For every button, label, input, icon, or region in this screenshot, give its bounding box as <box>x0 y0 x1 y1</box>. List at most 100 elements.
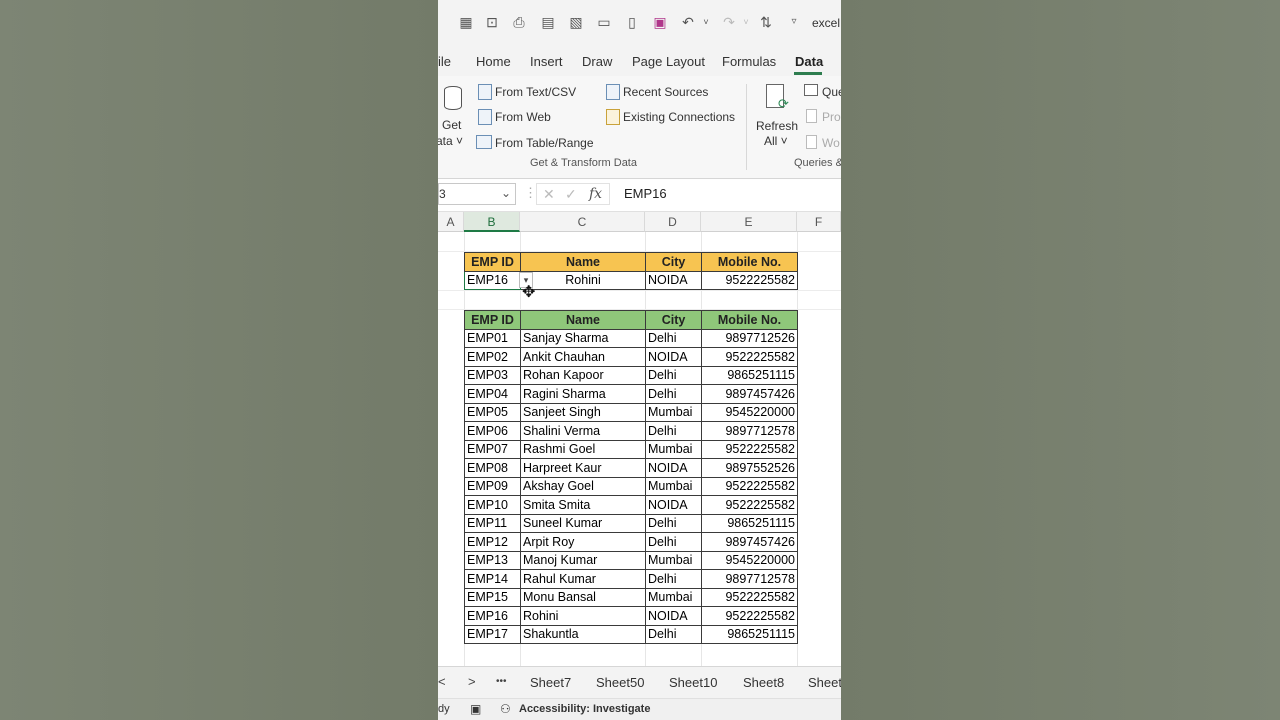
name-box[interactable]: 3 ⌄ <box>438 183 516 205</box>
cell-city[interactable]: NOIDA <box>645 347 702 367</box>
cell-emp-id[interactable]: EMP11 <box>464 513 521 533</box>
cell-name[interactable]: Rashmi Goel <box>520 439 646 459</box>
workbook-links-button[interactable]: Wo <box>822 136 840 150</box>
cell-emp-id[interactable]: EMP17 <box>464 624 521 644</box>
from-text-csv-button[interactable]: From Text/CSV <box>495 85 576 99</box>
cell-mobile[interactable]: 9522225582 <box>701 587 798 607</box>
cell-city[interactable]: NOIDA <box>645 458 702 478</box>
cell-emp-id[interactable]: EMP01 <box>464 328 521 348</box>
cell-mobile[interactable]: 9865251115 <box>701 365 798 385</box>
accessibility-status[interactable]: Accessibility: Investigate <box>519 703 650 715</box>
column-header-b[interactable]: B <box>464 212 520 232</box>
spelling-icon[interactable]: ▧ <box>568 14 584 30</box>
cell-city[interactable]: Mumbai <box>645 402 702 422</box>
recent-sources-button[interactable]: Recent Sources <box>623 85 708 99</box>
tab-home[interactable]: Home <box>476 54 511 69</box>
cell-emp-id[interactable]: EMP13 <box>464 550 521 570</box>
cell-mobile[interactable]: 9545220000 <box>701 550 798 570</box>
cell-mobile[interactable]: 9865251115 <box>701 624 798 644</box>
prev-sheet-button[interactable]: < <box>438 674 446 689</box>
cell-emp-id[interactable]: EMP09 <box>464 476 521 496</box>
cell-mobile[interactable]: 9865251115 <box>701 513 798 533</box>
cell-mobile[interactable]: 9522225582 <box>701 476 798 496</box>
lookup-result-mobile[interactable]: 9522225582 <box>701 270 798 290</box>
properties-button[interactable]: Pro <box>822 110 841 124</box>
cell-mobile[interactable]: 9522225582 <box>701 606 798 626</box>
column-header-c[interactable]: C <box>520 212 645 232</box>
screenshot-icon[interactable]: ⊡ <box>484 14 500 30</box>
existing-connections-button[interactable]: Existing Connections <box>623 110 735 124</box>
open-icon[interactable]: ▭ <box>596 14 612 30</box>
enter-icon[interactable]: ✓ <box>565 186 577 203</box>
cell-name[interactable]: Sanjeet Singh <box>520 402 646 422</box>
cell-name[interactable]: Monu Bansal <box>520 587 646 607</box>
save-icon[interactable]: ▣ <box>652 14 668 30</box>
cell-emp-id[interactable]: EMP14 <box>464 569 521 589</box>
cell-emp-id[interactable]: EMP15 <box>464 587 521 607</box>
cell-city[interactable]: NOIDA <box>645 495 702 515</box>
refresh-all-button[interactable]: ⟳ Refresh All ˅ <box>754 82 798 148</box>
cell-city[interactable]: NOIDA <box>645 606 702 626</box>
cell-name[interactable]: Shalini Verma <box>520 421 646 441</box>
formula-input[interactable]: EMP16 <box>624 186 667 201</box>
cell-name[interactable]: Harpreet Kaur <box>520 458 646 478</box>
cell-city[interactable]: Delhi <box>645 532 702 552</box>
cell-name[interactable]: Ragini Sharma <box>520 384 646 404</box>
lookup-result-name[interactable]: Rohini <box>520 270 646 290</box>
queries-connections-button[interactable]: Que <box>822 85 841 99</box>
cell-name[interactable]: Rohan Kapoor <box>520 365 646 385</box>
next-sheet-button[interactable]: > <box>468 674 476 689</box>
cell-name[interactable]: Smita Smita <box>520 495 646 515</box>
accessibility-icon[interactable]: ⚇ <box>500 702 511 716</box>
tab-data[interactable]: Data <box>795 54 823 69</box>
cell-city[interactable]: Mumbai <box>645 550 702 570</box>
form-icon[interactable]: ▦ <box>458 14 474 30</box>
cell-city[interactable]: Delhi <box>645 384 702 404</box>
customize-icon[interactable]: ▿ <box>786 14 802 30</box>
print-icon[interactable]: ⎙ <box>511 14 527 30</box>
cell-emp-id[interactable]: EMP04 <box>464 384 521 404</box>
cell-emp-id[interactable]: EMP16 <box>464 606 521 626</box>
cell-city[interactable]: Delhi <box>645 328 702 348</box>
from-web-button[interactable]: From Web <box>495 110 551 124</box>
more-sheets-button[interactable]: ••• <box>496 676 507 687</box>
cell-emp-id[interactable]: EMP12 <box>464 532 521 552</box>
cell-city[interactable]: Mumbai <box>645 587 702 607</box>
column-header-e[interactable]: E <box>701 212 797 232</box>
redo-icon[interactable]: ↷ <box>721 14 737 30</box>
tab-formulas[interactable]: Formulas <box>722 54 776 69</box>
cell-city[interactable]: Delhi <box>645 365 702 385</box>
cell-name[interactable]: Akshay Goel <box>520 476 646 496</box>
cell-mobile[interactable]: 9897712578 <box>701 421 798 441</box>
tab-page-layout[interactable]: Page Layout <box>632 54 705 69</box>
cell-name[interactable]: Sanjay Sharma <box>520 328 646 348</box>
cell-emp-id[interactable]: EMP05 <box>464 402 521 422</box>
cell-emp-id[interactable]: EMP06 <box>464 421 521 441</box>
cell-mobile[interactable]: 9897552526 <box>701 458 798 478</box>
get-data-button[interactable]: Get ata ˅ <box>438 82 468 148</box>
sheet-tab-sheet50[interactable]: Sheet50 <box>596 675 644 690</box>
sheet-tab-sheet8[interactable]: Sheet8 <box>743 675 784 690</box>
worksheet-grid[interactable]: EMP ID Name City Mobile No. EMP16 Rohini… <box>438 232 841 666</box>
cell-mobile[interactable]: 9897457426 <box>701 384 798 404</box>
cell-emp-id[interactable]: EMP10 <box>464 495 521 515</box>
cancel-icon[interactable]: ✕ <box>543 186 555 203</box>
tab-draw[interactable]: Draw <box>582 54 612 69</box>
cell-mobile[interactable]: 9897712526 <box>701 328 798 348</box>
insert-function-icon[interactable]: fx <box>589 186 602 202</box>
sheet-tab-sheet10[interactable]: Sheet10 <box>669 675 717 690</box>
cell-name[interactable]: Shakuntla <box>520 624 646 644</box>
column-header-d[interactable]: D <box>645 212 701 232</box>
cell-mobile[interactable]: 9897457426 <box>701 532 798 552</box>
cell-city[interactable]: Delhi <box>645 513 702 533</box>
cell-name[interactable]: Rahul Kumar <box>520 569 646 589</box>
cell-city[interactable]: Mumbai <box>645 439 702 459</box>
tab-insert[interactable]: Insert <box>530 54 563 69</box>
undo-dropdown-icon[interactable]: ˅ <box>698 14 714 30</box>
cell-emp-id[interactable]: EMP02 <box>464 347 521 367</box>
cell-name[interactable]: Manoj Kumar <box>520 550 646 570</box>
cell-name[interactable]: Rohini <box>520 606 646 626</box>
cell-city[interactable]: Delhi <box>645 624 702 644</box>
sheet-tab-sheet7[interactable]: Sheet7 <box>530 675 571 690</box>
redo-dropdown-icon[interactable]: ˅ <box>738 14 754 30</box>
